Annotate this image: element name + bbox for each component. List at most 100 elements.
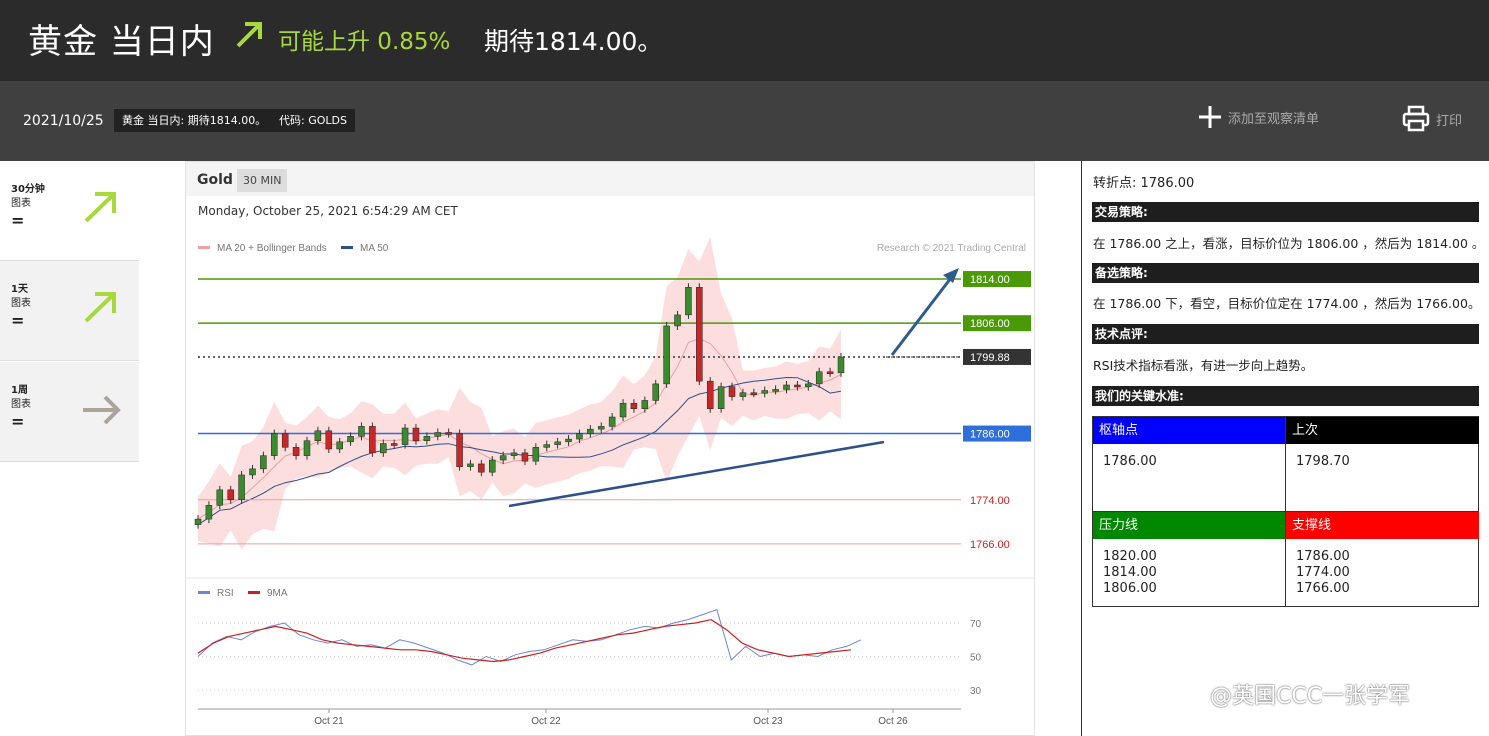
level-label: 1786.00 [970,429,1010,441]
rsi-ma-legend-label: 9MA [267,588,288,599]
rsi-legend-label: RSI [217,588,234,599]
watermark: @英国CCC一张学军 [1210,684,1411,709]
candle [783,384,790,390]
level-label: 1774.00 [970,495,1010,507]
candle [369,426,376,454]
rsi-line [197,608,862,666]
resistance-header: 压力线 [1093,512,1285,539]
candle [303,440,311,456]
ma50-legend-swatch [341,246,353,249]
candle [794,384,801,388]
trend-text: 可能上升 0.85% [278,29,451,55]
candle [227,489,234,501]
resistance-values: 1820.00 1814.00 1806.00 [1103,549,1157,596]
pivot-header: 枢轴点 [1093,417,1285,444]
sidebar-item-1day[interactable]: 1天 图表 = [0,261,139,361]
level-label: 1799.88 [970,352,1010,364]
candle [597,426,605,430]
candle [238,474,245,501]
candle [837,356,845,374]
candle [772,389,779,392]
tech-text: RSI技术指标看涨，有进一步向上趋势。 [1093,358,1314,373]
bb-legend-label: MA 20 + Bollinger Bands [217,243,327,254]
candle [314,430,322,441]
candle [445,432,452,435]
print-button[interactable]: 打印 [1402,105,1462,133]
add-watchlist-button[interactable]: 添加至观察清单 [1198,105,1319,129]
rsi-ma-line [197,618,852,663]
trend-up-icon [234,18,266,54]
x-tick-label: Oct 23 [753,716,783,727]
candle [805,383,812,387]
arrow-up-right-icon [84,192,116,223]
period-label: 30分钟 [11,184,45,195]
candle [325,430,333,450]
rsi-tick-label: 50 [970,653,982,664]
candle [728,386,736,397]
analysis-panel: 转折点: 1786.00 交易策略: 在 1786.00 之上，看涨，目标价位为… [1081,161,1489,736]
header-bar: 黄金 当日内 可能上升 0.85% 期待1814.00。 [0,0,1489,81]
forecast-arrow [890,273,956,356]
candle [521,452,529,462]
support-cell: 支撑线 1786.00 1774.00 1766.00 [1286,512,1479,606]
x-tick-label: Oct 26 [878,716,908,727]
sidebar-item-1week[interactable]: 1周 图表 = [0,362,139,462]
alt-strategy-text: 在 1786.00 下，看空，目标价位定在 1774.00 ，然后为 1766.… [1093,296,1481,311]
chart-label: 图表 [11,198,31,209]
candle [499,455,507,461]
candle [412,427,420,441]
title-tag: 黄金 当日内: 期待1814.00。 [114,109,275,132]
key-levels-heading: 我们的关键水准: [1092,386,1479,406]
print-label: 打印 [1436,113,1463,129]
sub-header: 2021/10/25 黄金 当日内: 期待1814.00。 代码: GOLDS … [0,81,1489,161]
price-chart: MA 20 + Bollinger Bands MA 50 Research © 2… [186,236,1034,727]
candle [205,505,213,520]
bb-legend-swatch [198,246,210,249]
alt-strategy-heading: 备选策略: [1092,263,1479,283]
candle [608,416,616,427]
chart-label: 图表 [11,399,31,410]
candle [249,468,256,476]
report-date: 2021/10/25 [23,113,104,129]
status-label: = [11,311,25,330]
candle [271,433,278,456]
plus-icon [1199,106,1221,128]
sidebar-item-30min[interactable]: 30分钟 图表 = [0,161,139,261]
x-tick-label: Oct 21 [314,716,344,727]
candle [380,443,387,454]
printer-icon [1402,105,1430,132]
strategy-text: 在 1786.00 之上，看涨，目标价位为 1806.00 ，然后为 1814.… [1093,236,1485,251]
candle [434,432,442,437]
candle [663,325,670,385]
candle [696,287,703,382]
candle [706,380,714,409]
x-tick-label: Oct 22 [531,716,561,727]
candle [292,447,300,456]
candle [401,427,409,445]
pivot-point: 转折点: 1786.00 [1093,176,1195,191]
status-label: = [11,211,25,230]
candle [347,436,354,443]
expectation-text: 期待1814.00。 [484,27,663,56]
candle [815,371,823,385]
candle [467,463,474,467]
credit-label: Research © 2021 Trading Central [877,243,1026,254]
resistance-cell: 压力线 1820.00 1814.00 1806.00 [1093,512,1286,606]
rsi-tick-label: 30 [970,686,982,697]
candle [554,441,561,445]
period-label: 1周 [11,385,28,396]
page-title: 黄金 当日内 [28,22,215,62]
level-label: 1814.00 [970,274,1010,286]
chart-panel: Gold 30 MIN Monday, October 25, 2021 6:5… [185,161,1035,736]
strategy-heading: 交易策略: [1092,202,1479,222]
candle [358,426,365,437]
arrow-right-icon [83,395,121,425]
last-header: 上次 [1286,417,1479,444]
candle [390,443,398,446]
support-header: 支撑线 [1286,512,1479,539]
candle [587,428,594,434]
candle [194,518,202,525]
code-tag: 代码: GOLDS [271,109,355,132]
candle [750,392,758,395]
candle [532,447,540,462]
